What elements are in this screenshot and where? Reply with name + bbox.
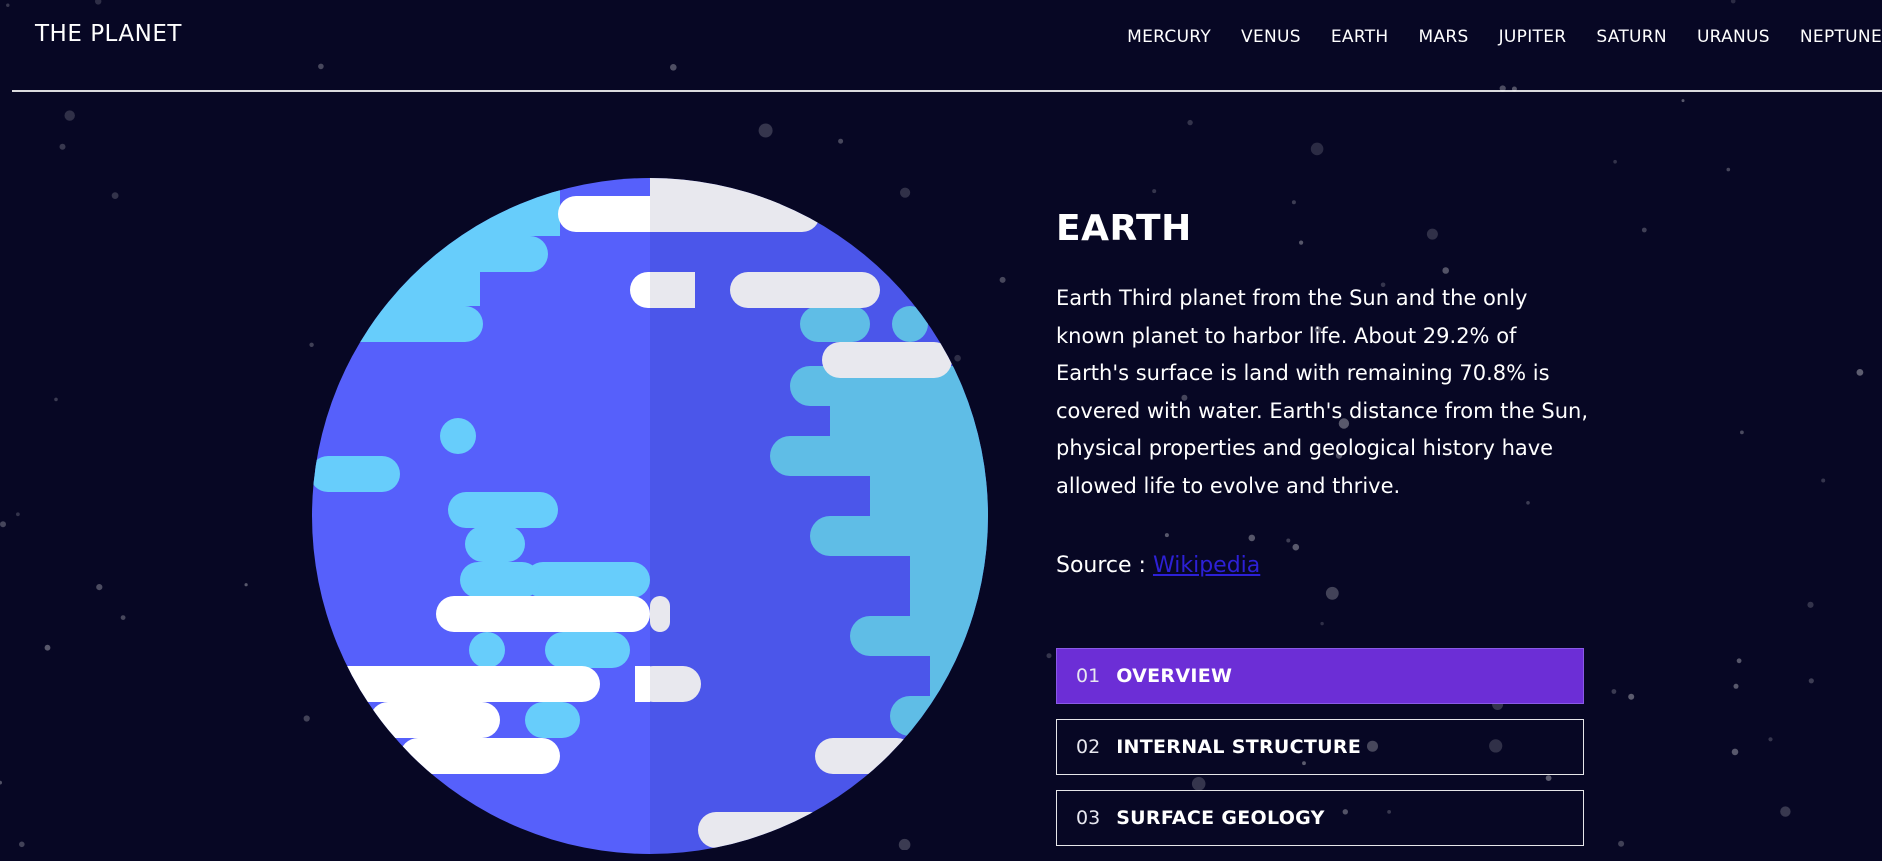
nav-link-uranus[interactable]: URANUS [1697, 27, 1770, 47]
star [1821, 478, 1826, 483]
star [1187, 119, 1193, 126]
star [1736, 658, 1742, 664]
star [6, 3, 10, 7]
star [0, 780, 2, 785]
star [1325, 586, 1339, 600]
star [1731, 748, 1739, 756]
tab-surface-geology[interactable]: 03 SURFACE GEOLOGY [1056, 790, 1584, 846]
nav-link-mars[interactable]: MARS [1418, 27, 1468, 47]
star [1310, 142, 1324, 156]
star [1807, 601, 1814, 608]
star [1613, 159, 1617, 164]
star [44, 644, 51, 651]
star [1740, 430, 1744, 435]
nav-link-neptune[interactable]: NEPTUNE [1800, 27, 1882, 47]
tab-label: SURFACE GEOLOGY [1116, 807, 1325, 829]
source-line: Source : Wikipedia [1056, 553, 1586, 578]
star [1681, 99, 1685, 103]
nav-link-earth[interactable]: EARTH [1331, 27, 1389, 47]
site-header: THE PLANET MERCURY VENUS EARTH MARS JUPI… [12, 0, 1882, 92]
tab-label: OVERVIEW [1116, 665, 1233, 687]
star [1808, 678, 1814, 684]
tab-overview[interactable]: 01 OVERVIEW [1056, 648, 1584, 704]
source-label: Source : [1056, 553, 1153, 578]
star [758, 123, 773, 138]
star [1641, 227, 1647, 233]
source-link[interactable]: Wikipedia [1153, 553, 1260, 578]
nav-link-saturn[interactable]: SATURN [1596, 27, 1667, 47]
star [999, 276, 1006, 283]
planet-info: EARTH Earth Third planet from the Sun an… [1056, 208, 1588, 578]
star [59, 143, 66, 150]
planet-tabs: 01 OVERVIEW 02 INTERNAL STRUCTURE 03 SUR… [1056, 648, 1584, 861]
planet-description: Earth Third planet from the Sun and the … [1056, 286, 1588, 498]
nav-link-venus[interactable]: VENUS [1241, 27, 1301, 47]
tab-number: 03 [1076, 807, 1101, 829]
star [1320, 621, 1324, 626]
planet-nav: MERCURY VENUS EARTH MARS JUPITER SATURN … [1097, 27, 1882, 47]
star [1768, 737, 1773, 742]
star [1046, 653, 1052, 659]
star [1856, 369, 1864, 376]
star [838, 138, 844, 144]
earth-illustration [312, 178, 988, 854]
site-logo[interactable]: THE PLANET [35, 21, 182, 47]
tab-internal-structure[interactable]: 02 INTERNAL STRUCTURE [1056, 719, 1584, 775]
star [96, 584, 103, 591]
star [64, 110, 75, 121]
star [1611, 689, 1617, 694]
star [120, 615, 126, 620]
star [244, 583, 248, 587]
star [54, 397, 58, 402]
tab-number: 01 [1076, 665, 1101, 687]
star [1628, 693, 1635, 700]
star [19, 841, 25, 848]
nav-link-jupiter[interactable]: JUPITER [1499, 27, 1567, 47]
tab-number: 02 [1076, 736, 1101, 758]
star [111, 192, 119, 200]
star [1152, 189, 1157, 194]
tab-label: INTERNAL STRUCTURE [1116, 736, 1362, 758]
star [1291, 200, 1296, 205]
star [1780, 806, 1791, 817]
star [1726, 167, 1731, 172]
planet-image [310, 176, 990, 856]
nav-link-mercury[interactable]: MERCURY [1127, 27, 1211, 47]
star [1733, 683, 1739, 689]
star [0, 521, 6, 528]
star [303, 715, 310, 722]
planet-title: EARTH [1056, 208, 1192, 249]
star [16, 512, 20, 517]
star [1618, 840, 1625, 847]
